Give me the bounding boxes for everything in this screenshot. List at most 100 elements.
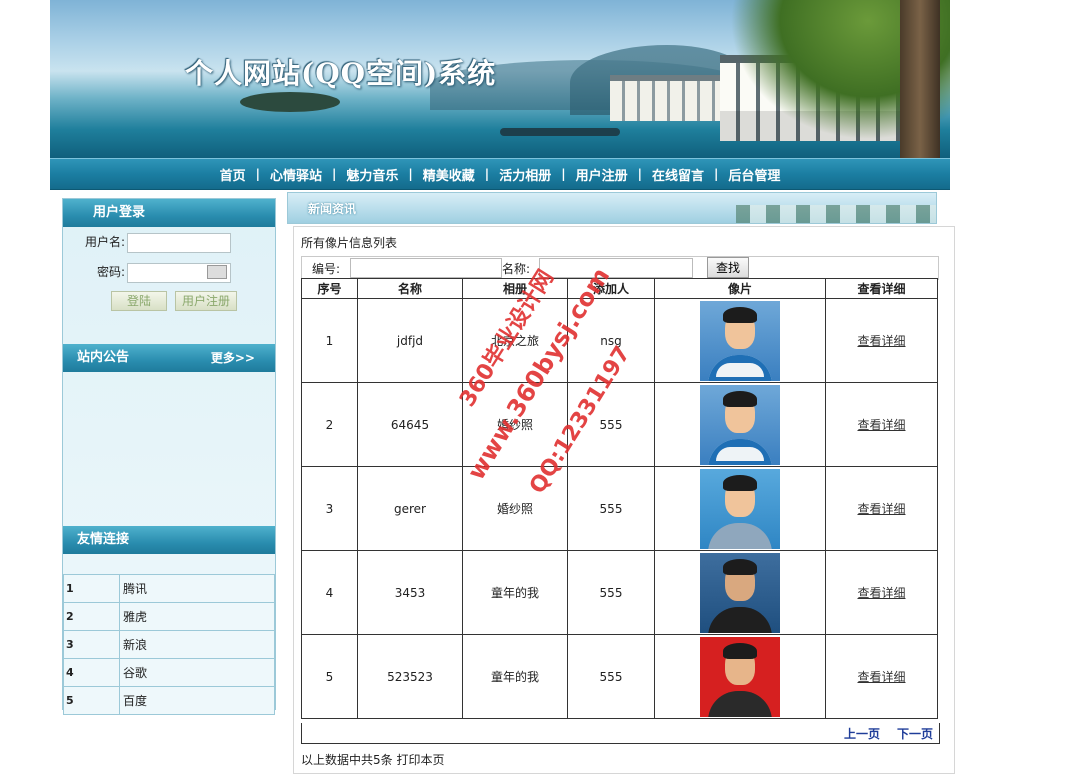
link-index: 5 (63, 686, 120, 715)
list-item: 3 新浪 (63, 630, 275, 659)
links-box: 友情连接 1 腾讯 2 雅虎 3 新浪 4 谷歌 5 百度 (63, 526, 275, 715)
link-index: 4 (63, 658, 120, 687)
link-index: 3 (63, 630, 120, 659)
cell-name: 64645 (357, 382, 463, 467)
col-no: 序号 (301, 278, 358, 299)
name-search-input[interactable] (539, 258, 693, 278)
next-page-link[interactable]: 下一页 (897, 725, 933, 742)
nav-admin[interactable]: 后台管理 (718, 165, 790, 184)
cell-name: 523523 (357, 634, 463, 719)
login-box: 用户登录 用户名: 密码: 登陆 用户注册 (63, 199, 275, 329)
list-item: 1 腾讯 (63, 574, 275, 603)
col-name: 名称 (357, 278, 463, 299)
links-table: 1 腾讯 2 雅虎 3 新浪 4 谷歌 5 百度 (63, 574, 275, 715)
view-detail-link[interactable]: 查看详细 (857, 334, 905, 348)
friend-link[interactable]: 雅虎 (119, 602, 275, 631)
cell-detail: 查看详细 (825, 634, 938, 719)
cell-photo (654, 466, 826, 551)
cell-detail: 查看详细 (825, 550, 938, 635)
view-detail-link[interactable]: 查看详细 (857, 670, 905, 684)
password-row: 密码: (63, 261, 231, 283)
cell-photo (654, 634, 826, 719)
main-nav: 首页 | 心情驿站 | 魅力音乐 | 精美收藏 | 活力相册 | 用户注册 | 在线留言 | … (50, 158, 950, 190)
col-photo: 像片 (654, 278, 826, 299)
section-header: 新闻资讯 (287, 192, 937, 224)
section-title: 新闻资讯 (308, 202, 357, 216)
nav-mood[interactable]: 心情驿站 (260, 165, 332, 184)
summary-text: 以上数据中共5条 打印本页 (301, 753, 445, 767)
cell-detail: 查看详细 (825, 298, 938, 383)
view-detail-link[interactable]: 查看详细 (857, 586, 905, 600)
list-item: 4 谷歌 (63, 658, 275, 687)
nav-album[interactable]: 活力相册 (489, 165, 561, 184)
cell-detail: 查看详细 (825, 382, 938, 467)
view-detail-link[interactable]: 查看详细 (857, 502, 905, 516)
uniform-portrait-icon (700, 468, 780, 549)
cell-name: 3453 (357, 550, 463, 635)
col-detail: 查看详细 (825, 278, 938, 299)
login-button[interactable]: 登陆 (111, 291, 167, 311)
notice-title: 站内公告 更多>> (63, 344, 275, 372)
cell-no: 5 (301, 634, 358, 719)
friend-link[interactable]: 新浪 (119, 630, 275, 659)
keyboard-icon[interactable] (207, 265, 227, 279)
search-button[interactable]: 查找 (707, 257, 749, 278)
student-portrait-icon (700, 300, 780, 381)
notice-more-link[interactable]: 更多>> (211, 344, 255, 372)
table-row: 4 3453 童年的我 555 查看详细 (301, 550, 938, 635)
content-panel: 所有像片信息列表 编号: 名称: 查找 序号 名称 相册 添加人 像片 查看详细… (293, 226, 955, 774)
username-label: 用户名: (84, 235, 125, 249)
cell-adder: 555 (567, 550, 655, 635)
villa-shape (610, 75, 720, 121)
list-caption: 所有像片信息列表 (301, 236, 398, 250)
dark-jacket-portrait-icon (700, 552, 780, 633)
cell-photo (654, 382, 826, 467)
sidebar: 用户登录 用户名: 密码: 登陆 用户注册 站内公告 更多>> 友情连接 1 腾讯… (62, 198, 276, 715)
cell-no: 4 (301, 550, 358, 635)
list-item: 2 雅虎 (63, 602, 275, 631)
table-row: 3 gerer 婚纱照 555 查看详细 (301, 466, 938, 551)
friend-link[interactable]: 谷歌 (119, 658, 275, 687)
prev-page-link[interactable]: 上一页 (844, 725, 880, 742)
cell-adder: 555 (567, 634, 655, 719)
search-bar: 编号: 名称: 查找 (301, 256, 939, 280)
boats-shape (500, 128, 620, 136)
cell-name: gerer (357, 466, 463, 551)
list-item: 5 百度 (63, 686, 275, 715)
view-detail-link[interactable]: 查看详细 (857, 418, 905, 432)
cell-photo (654, 550, 826, 635)
friend-link[interactable]: 腾讯 (119, 574, 275, 603)
link-index: 2 (63, 602, 120, 631)
nav-music[interactable]: 魅力音乐 (336, 165, 408, 184)
login-title: 用户登录 (63, 199, 275, 227)
nav-collection[interactable]: 精美收藏 (413, 165, 485, 184)
friend-link[interactable]: 百度 (119, 686, 275, 715)
cell-album: 童年的我 (462, 634, 568, 719)
nav-guestbook[interactable]: 在线留言 (642, 165, 714, 184)
username-input[interactable] (127, 232, 231, 253)
notice-title-text: 站内公告 (77, 350, 130, 365)
notice-box: 站内公告 更多>> (63, 344, 275, 524)
photo-table: 序号 名称 相册 添加人 像片 查看详细 1 jdfjd 北京之旅 nsg 查看… (301, 278, 938, 719)
cell-album: 童年的我 (462, 550, 568, 635)
nav-home[interactable]: 首页 (210, 165, 256, 184)
cell-adder: 555 (567, 466, 655, 551)
header-banner: 个人网站(QQ空间)系统 (50, 0, 950, 158)
id-search-input[interactable] (350, 258, 502, 278)
site-title: 个人网站(QQ空间)系统 (185, 57, 497, 90)
id-label: 编号: (312, 262, 341, 276)
table-row: 2 64645 婚纱照 555 查看详细 (301, 382, 938, 467)
island-shape (240, 92, 340, 112)
pager: 上一页 下一页 (301, 723, 940, 744)
cell-no: 2 (301, 382, 358, 467)
links-title: 友情连接 (63, 526, 275, 554)
cell-photo (654, 298, 826, 383)
cell-detail: 查看详细 (825, 466, 938, 551)
header-decoration (736, 205, 936, 223)
table-header-row: 序号 名称 相册 添加人 像片 查看详细 (301, 278, 938, 299)
nav-register[interactable]: 用户注册 (566, 165, 638, 184)
red-background-portrait-icon (700, 636, 780, 717)
register-button[interactable]: 用户注册 (175, 291, 237, 311)
cell-no: 1 (301, 298, 358, 383)
student-portrait-icon (700, 384, 780, 465)
